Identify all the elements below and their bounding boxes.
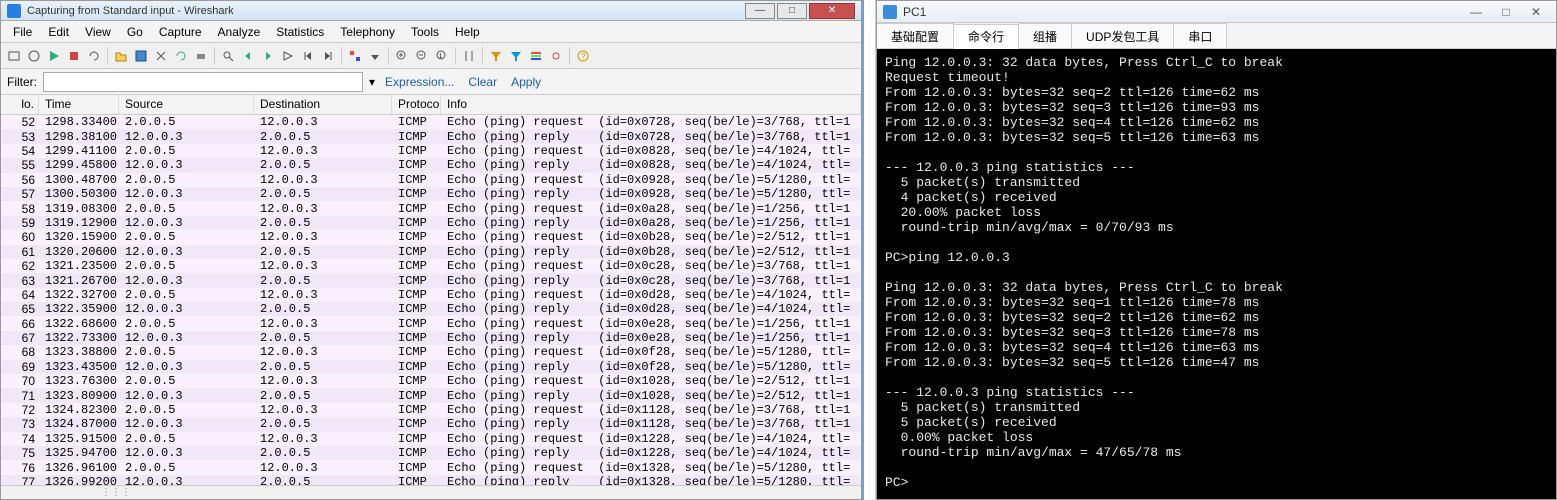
zoom-in-icon[interactable] [393,47,411,65]
pc1-window: PC1 — □ ✕ 基础配置 命令行 组播 UDP发包工具 串口 Ping 12… [876,0,1557,500]
preferences-icon[interactable] [547,47,565,65]
col-protocol[interactable]: Protocol [392,95,441,114]
start-capture-icon[interactable] [45,47,63,65]
capture-filters-icon[interactable] [487,47,505,65]
filter-label: Filter: [7,75,37,89]
col-destination[interactable]: Destination [254,95,392,114]
col-no[interactable]: lo. [1,95,39,114]
menu-tools[interactable]: Tools [403,23,447,41]
zoom-reset-icon[interactable]: 1 [433,47,451,65]
options-icon[interactable] [25,47,43,65]
window-gap [862,0,876,500]
clear-button[interactable]: Clear [464,73,501,91]
colorize-icon[interactable] [346,47,364,65]
filter-input[interactable] [43,72,363,92]
pc1-minimize-button[interactable]: — [1462,4,1490,20]
menu-analyze[interactable]: Analyze [210,23,269,41]
wireshark-statusbar: ⋮⋮⋮ [1,485,861,499]
tab-multicast[interactable]: 组播 [1019,23,1072,48]
print-icon[interactable] [192,47,210,65]
packet-row[interactable]: 771326.9920012.0.0.32.0.0.5ICMPEcho (pin… [1,475,861,485]
help-icon[interactable]: ? [574,47,592,65]
restart-capture-icon[interactable] [85,47,103,65]
wireshark-toolbar: 1 ? [1,43,861,69]
apply-button[interactable]: Apply [507,73,545,91]
col-source[interactable]: Source [119,95,254,114]
pc1-title: PC1 [903,5,926,19]
menu-statistics[interactable]: Statistics [268,23,332,41]
pc1-app-icon [883,5,897,19]
expression-button[interactable]: Expression... [381,73,458,91]
menu-help[interactable]: Help [447,23,488,41]
packet-list[interactable]: 521298.334002.0.0.512.0.0.3ICMPEcho (pin… [1,115,861,485]
forward-icon[interactable] [259,47,277,65]
wireshark-menubar: File Edit View Go Capture Analyze Statis… [1,21,861,43]
tab-basic-config[interactable]: 基础配置 [877,23,954,48]
menu-edit[interactable]: Edit [40,23,77,41]
filter-dropdown-icon[interactable]: ▾ [369,75,375,89]
goto-icon[interactable] [279,47,297,65]
wireshark-window: Capturing from Standard input - Wireshar… [0,0,862,500]
splitter-grip-icon[interactable]: ⋮⋮⋮ [101,487,131,498]
pc1-titlebar[interactable]: PC1 — □ ✕ [877,1,1556,23]
autoscroll-icon[interactable] [366,47,384,65]
menu-capture[interactable]: Capture [151,23,210,41]
wireshark-title: Capturing from Standard input - Wireshar… [27,5,234,17]
reload-icon[interactable] [172,47,190,65]
col-time[interactable]: Time [39,95,119,114]
wireshark-filterbar: Filter: ▾ Expression... Clear Apply [1,69,861,95]
last-icon[interactable] [319,47,337,65]
tab-cli[interactable]: 命令行 [954,24,1019,49]
wireshark-app-icon [7,4,21,18]
display-filters-icon[interactable] [507,47,525,65]
save-icon[interactable] [132,47,150,65]
pc1-terminal[interactable]: Ping 12.0.0.3: 32 data bytes, Press Ctrl… [877,49,1556,499]
pc1-close-button[interactable]: ✕ [1522,4,1550,20]
wireshark-titlebar[interactable]: Capturing from Standard input - Wireshar… [1,1,861,21]
close-button[interactable]: ✕ [809,3,855,19]
maximize-button[interactable]: □ [777,3,807,19]
stop-capture-icon[interactable] [65,47,83,65]
first-icon[interactable] [299,47,317,65]
packet-list-headers: lo. Time Source Destination Protocol Inf… [1,95,861,115]
pc1-maximize-button[interactable]: □ [1492,4,1520,20]
minimize-button[interactable]: — [745,3,775,19]
menu-telephony[interactable]: Telephony [332,23,403,41]
svg-text:?: ? [581,52,586,61]
find-icon[interactable] [219,47,237,65]
resize-columns-icon[interactable] [460,47,478,65]
menu-go[interactable]: Go [119,23,151,41]
tab-udp-tool[interactable]: UDP发包工具 [1072,23,1174,48]
menu-file[interactable]: File [5,23,40,41]
open-icon[interactable] [112,47,130,65]
zoom-out-icon[interactable] [413,47,431,65]
pc1-tabs: 基础配置 命令行 组播 UDP发包工具 串口 [877,23,1556,49]
interfaces-icon[interactable] [5,47,23,65]
menu-view[interactable]: View [77,23,119,41]
coloring-rules-icon[interactable] [527,47,545,65]
tab-serial[interactable]: 串口 [1174,23,1227,48]
back-icon[interactable] [239,47,257,65]
col-info[interactable]: Info [441,95,861,114]
close-file-icon[interactable] [152,47,170,65]
